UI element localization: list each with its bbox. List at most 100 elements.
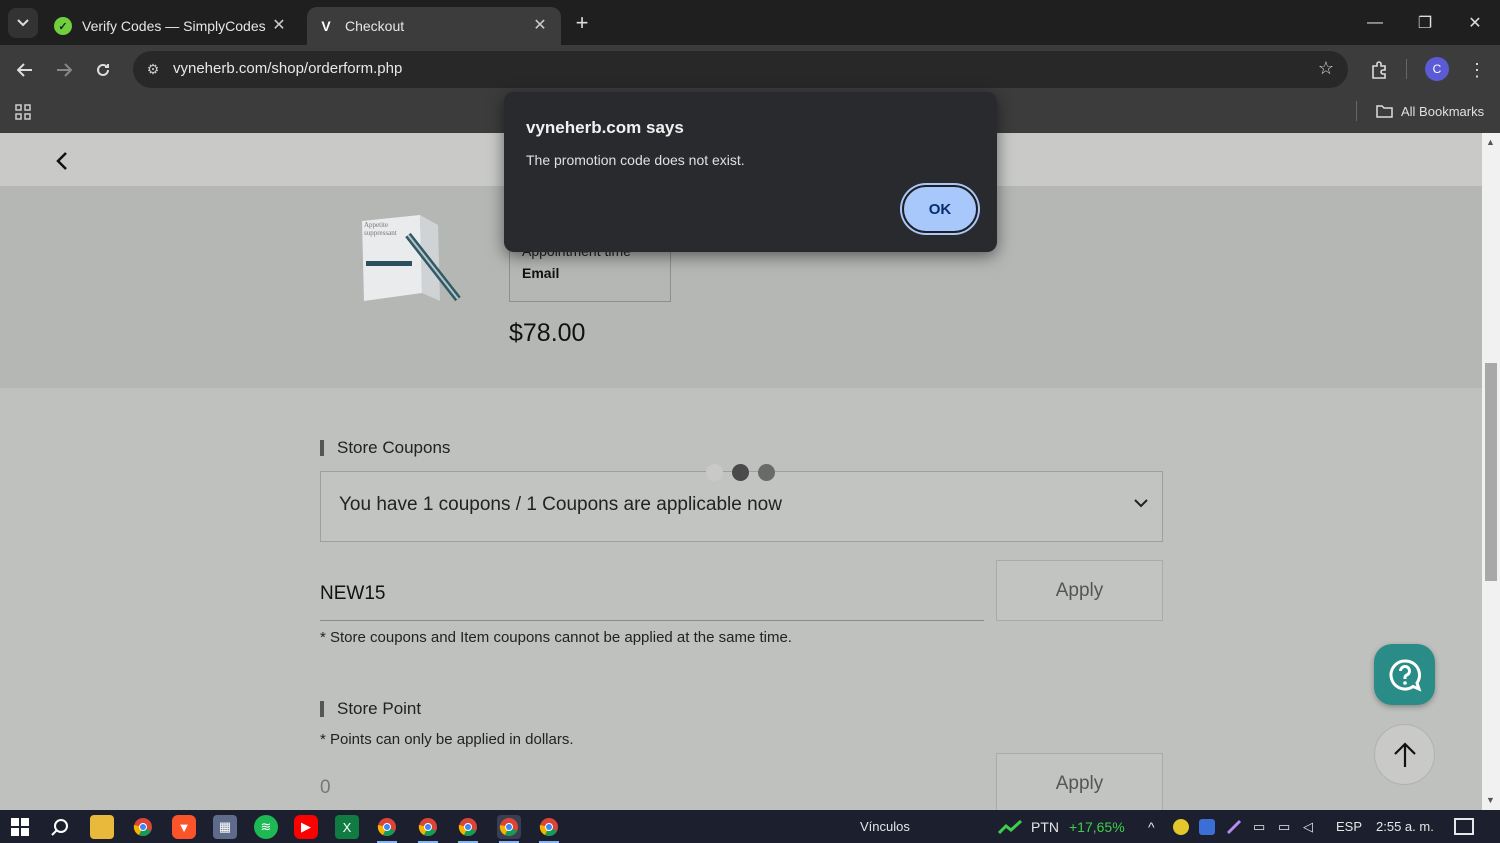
profile-avatar[interactable]: C xyxy=(1425,57,1449,81)
store-coupons-title: Store Coupons xyxy=(337,438,451,457)
notifications-icon[interactable] xyxy=(1454,818,1474,835)
calculator-icon[interactable]: ▦ xyxy=(213,815,237,839)
tab-checkout[interactable]: V Checkout ✕ xyxy=(307,7,561,45)
coupon-note: * Store coupons and Item coupons cannot … xyxy=(320,629,792,646)
bookmark-star-icon[interactable]: ☆ xyxy=(1318,58,1334,79)
heading-bar xyxy=(320,440,324,456)
tab-search-button[interactable] xyxy=(8,8,38,38)
menu-button[interactable]: ⋮ xyxy=(1462,55,1492,85)
scrollbar-thumb[interactable] xyxy=(1485,363,1497,581)
coupon-select-text: You have 1 coupons / 1 Coupons are appli… xyxy=(339,494,782,515)
stock-change: +17,65% xyxy=(1069,819,1125,835)
chrome-window-icon[interactable] xyxy=(537,815,561,843)
coupon-select[interactable]: You have 1 coupons / 1 Coupons are appli… xyxy=(320,471,1163,542)
extensions-button[interactable] xyxy=(1364,55,1394,85)
chrome-window-icon[interactable] xyxy=(416,815,440,843)
minimize-button[interactable]: — xyxy=(1350,0,1400,45)
language-indicator[interactable]: ESP xyxy=(1336,819,1362,834)
restore-button[interactable]: ❐ xyxy=(1400,0,1450,45)
more-vert-icon: ⋮ xyxy=(1468,59,1486,80)
loading-dots xyxy=(706,464,775,481)
help-chat-icon xyxy=(1389,658,1421,692)
tray-app-icon[interactable] xyxy=(1173,819,1189,835)
chrome-window-active-icon[interactable] xyxy=(497,815,521,843)
scroll-down-arrow-icon[interactable]: ▼ xyxy=(1486,795,1495,805)
dialog-title: vyneherb.com says xyxy=(526,118,684,137)
product-image-label: Appetite suppressant xyxy=(364,221,397,237)
page-scrollbar[interactable]: ▲ ▼ xyxy=(1482,133,1500,810)
network-icon[interactable]: ▭ xyxy=(1278,819,1290,835)
dialog-message: The promotion code does not exist. xyxy=(526,152,745,168)
meet-now-icon[interactable]: ▭ xyxy=(1253,819,1265,835)
spotify-icon[interactable]: ≋ xyxy=(254,815,278,839)
apply-coupon-button[interactable]: Apply xyxy=(996,560,1163,621)
point-field[interactable] xyxy=(320,763,984,810)
ok-button[interactable]: OK xyxy=(902,185,978,233)
windows-start-icon[interactable] xyxy=(8,815,32,839)
brave-icon[interactable]: ▼ xyxy=(172,815,196,839)
all-bookmarks-label: All Bookmarks xyxy=(1401,103,1485,119)
product-price: $78.00 xyxy=(509,319,586,347)
apply-point-button[interactable]: Apply xyxy=(996,753,1163,810)
heading-bar xyxy=(320,701,324,717)
loading-dot xyxy=(706,464,723,481)
url-text[interactable]: vyneherb.com/shop/orderform.php xyxy=(173,60,402,77)
coupon-code-field[interactable] xyxy=(320,560,984,621)
store-coupons-heading: Store Coupons xyxy=(320,438,450,458)
point-note: * Points can only be applied in dollars. xyxy=(320,731,574,748)
option-value: Email xyxy=(522,265,560,281)
chrome-window-icon[interactable] xyxy=(375,815,399,843)
close-icon[interactable]: ✕ xyxy=(270,16,288,34)
puzzle-icon xyxy=(1372,61,1386,79)
toolbar-divider xyxy=(1406,59,1407,79)
chevron-down-icon xyxy=(1134,492,1148,513)
chevron-down-icon xyxy=(17,19,29,27)
tab-strip: ✓ Verify Codes — SimplyCodes ✕ V Checkou… xyxy=(0,0,1500,45)
new-tab-button[interactable]: + xyxy=(568,10,596,36)
stock-chart-icon xyxy=(997,819,1023,839)
excel-icon[interactable]: X xyxy=(335,815,359,839)
scroll-up-arrow-icon[interactable]: ▲ xyxy=(1486,137,1495,147)
reload-button[interactable] xyxy=(88,55,118,85)
chrome-icon[interactable] xyxy=(131,815,155,839)
file-explorer-icon[interactable] xyxy=(90,815,114,839)
tab-verify-codes[interactable]: ✓ Verify Codes — SimplyCodes ✕ xyxy=(44,7,300,45)
point-input[interactable] xyxy=(320,763,984,810)
arrow-right-icon xyxy=(57,63,72,77)
apps-grid-icon[interactable] xyxy=(12,101,34,123)
coupon-code-input[interactable] xyxy=(320,560,984,620)
search-icon[interactable] xyxy=(48,815,72,839)
store-point-title: Store Point xyxy=(337,699,422,718)
simplycodes-icon: ✓ xyxy=(54,17,72,35)
tray-pen-icon[interactable] xyxy=(1226,819,1242,835)
chevron-up-icon[interactable]: ^ xyxy=(1148,819,1155,835)
back-arrow-icon[interactable] xyxy=(50,147,74,175)
clock[interactable]: 2:55 a. m. xyxy=(1376,819,1434,834)
chrome-window-icon[interactable] xyxy=(456,815,480,843)
scroll-to-top-button[interactable] xyxy=(1374,724,1435,785)
close-window-button[interactable]: ✕ xyxy=(1450,0,1500,45)
v-icon: V xyxy=(321,18,331,34)
store-point-heading: Store Point xyxy=(320,699,421,719)
links-toolbar-label[interactable]: Vínculos xyxy=(860,819,910,834)
loading-dot xyxy=(732,464,749,481)
arrow-left-icon xyxy=(17,63,32,77)
volume-icon[interactable]: ◁ xyxy=(1303,819,1313,835)
stock-ticker[interactable]: PTN xyxy=(1031,819,1059,835)
reload-icon xyxy=(97,63,109,76)
back-button[interactable] xyxy=(10,55,40,85)
product-image: Appetite suppressant xyxy=(360,213,470,308)
address-bar[interactable]: ⚙ vyneherb.com/shop/orderform.php ☆ xyxy=(133,51,1348,88)
close-icon[interactable]: ✕ xyxy=(531,16,549,34)
tray-vpn-icon[interactable] xyxy=(1199,819,1215,835)
site-info-icon[interactable]: ⚙ xyxy=(143,59,163,79)
bookmarks-divider xyxy=(1356,101,1357,121)
help-chat-button[interactable] xyxy=(1374,644,1435,705)
youtube-icon[interactable]: ▶ xyxy=(294,815,318,839)
all-bookmarks-button[interactable]: All Bookmarks xyxy=(1376,100,1484,122)
forward-button[interactable] xyxy=(49,55,79,85)
loading-dot xyxy=(758,464,775,481)
browser-toolbar: ⚙ vyneherb.com/shop/orderform.php ☆ C ⋮ xyxy=(0,45,1500,95)
tab-title: Verify Codes — SimplyCodes xyxy=(82,18,266,34)
arrow-up-icon xyxy=(1393,741,1416,767)
